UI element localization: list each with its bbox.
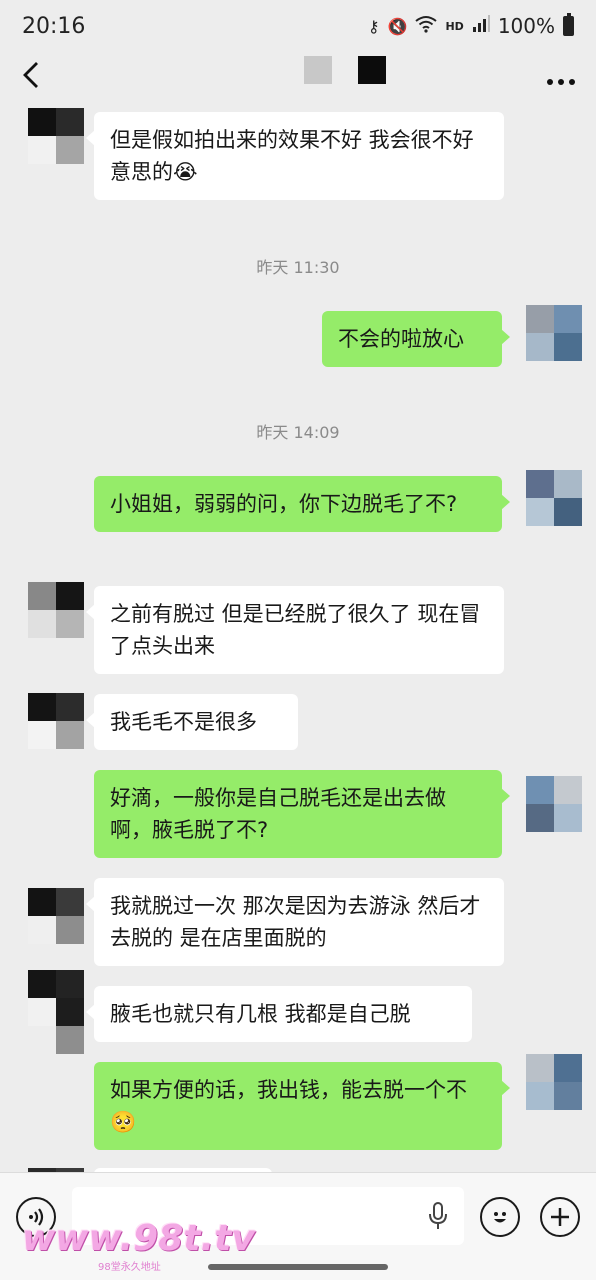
message-list[interactable]: 但是假如拍出来的效果不好 我会很不好意思的😭 昨天 11:30 不会的啦放心 昨… <box>0 104 596 1172</box>
pleading-emoji: 🥺 <box>110 1110 137 1134</box>
key-icon: ⚷ <box>367 16 380 36</box>
message-bubble-outgoing[interactable]: 小姐姐，弱弱的问，你下边脱毛了不? <box>94 476 510 532</box>
contact-avatar[interactable] <box>28 888 84 944</box>
status-time: 20:16 <box>22 13 86 39</box>
message-bubble-incoming[interactable]: 之前有脱过 但是已经脱了很久了 现在冒了点头出来 <box>86 586 504 674</box>
contact-avatar[interactable] <box>28 108 84 164</box>
status-icons: ⚷ 🔇 HD 100% <box>367 13 574 38</box>
message-bubble-incoming[interactable]: 我毛毛不是很多 <box>86 694 298 750</box>
battery-percent: 100% <box>497 14 555 38</box>
my-avatar[interactable] <box>526 470 582 526</box>
message-text: 小姐姐，弱弱的问，你下边脱毛了不? <box>110 492 458 516</box>
chevron-left-icon[interactable] <box>20 60 54 96</box>
contact-avatar[interactable] <box>28 693 84 749</box>
my-avatar[interactable] <box>526 305 582 361</box>
hd-icon: HD <box>445 19 464 33</box>
battery-icon <box>563 13 574 36</box>
chat-header <box>0 52 596 104</box>
message-bubble-incoming[interactable]: 我就脱过一次 那次是因为去游泳 然后才去脱的 是在店里面脱的 <box>86 878 504 966</box>
message-bubble-incoming[interactable]: 但是假如拍出来的效果不好 我会很不好意思的😭 <box>86 112 504 200</box>
wifi-icon <box>415 15 438 37</box>
site-watermark: www.98t.tv <box>22 1218 255 1259</box>
redaction-block <box>304 56 332 84</box>
signal-icon <box>472 15 490 37</box>
message-bubble-outgoing[interactable]: 如果方便的话，我出钱，能去脱一个不 🥺 <box>94 1062 510 1150</box>
timestamp: 昨天 14:09 <box>256 423 340 442</box>
redaction-block <box>358 56 386 84</box>
home-indicator[interactable] <box>208 1264 388 1270</box>
more-dots-icon[interactable] <box>546 65 576 91</box>
message-bubble-outgoing[interactable]: 不会的啦放心 <box>322 311 510 367</box>
message-text: 不会的啦放心 <box>338 327 464 351</box>
message-text: 腋毛也就只有几根 我都是自己脱 <box>110 1002 411 1026</box>
message-text: 好滴，一般你是自己脱毛还是出去做啊，腋毛脱了不? <box>110 786 446 842</box>
message-text: 但是假如拍出来的效果不好 我会很不好意思的 <box>110 128 474 184</box>
status-bar: 20:16 ⚷ 🔇 HD 100% <box>0 0 596 52</box>
message-bubble-outgoing[interactable]: 好滴，一般你是自己脱毛还是出去做啊，腋毛脱了不? <box>94 770 510 858</box>
contact-avatar[interactable] <box>28 970 84 1054</box>
contact-avatar[interactable] <box>28 582 84 638</box>
mute-icon: 🔇 <box>387 16 408 36</box>
my-avatar[interactable] <box>526 776 582 832</box>
message-text: 之前有脱过 但是已经脱了很久了 现在冒了点头出来 <box>110 602 481 658</box>
plus-icon[interactable] <box>540 1197 580 1237</box>
my-avatar[interactable] <box>526 1054 582 1110</box>
emoji-icon[interactable] <box>480 1197 520 1237</box>
contact-name-redacted <box>304 56 386 84</box>
mic-icon[interactable] <box>428 1201 448 1231</box>
message-text: 我就脱过一次 那次是因为去游泳 然后才去脱的 是在店里面脱的 <box>110 894 481 950</box>
message-bubble-incoming[interactable]: 腋毛也就只有几根 我都是自己脱 <box>86 986 472 1042</box>
message-text: 我毛毛不是很多 <box>110 710 257 734</box>
site-watermark-sub: 98堂永久地址 <box>98 1262 161 1273</box>
timestamp: 昨天 11:30 <box>256 258 340 277</box>
message-text: 如果方便的话，我出钱，能去脱一个不 <box>110 1078 467 1102</box>
crying-emoji: 😭 <box>173 160 198 184</box>
